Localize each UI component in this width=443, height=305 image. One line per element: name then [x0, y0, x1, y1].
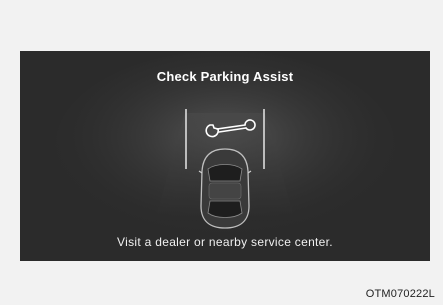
warning-display-panel: Check Parking Assist Visit a dealer or n…	[20, 51, 430, 261]
warning-title: Check Parking Assist	[156, 69, 294, 84]
figure-code: OTM070222L	[365, 288, 435, 300]
warning-message: Visit a dealer or nearby service center.	[117, 235, 333, 249]
car-top-view-icon	[198, 148, 252, 229]
